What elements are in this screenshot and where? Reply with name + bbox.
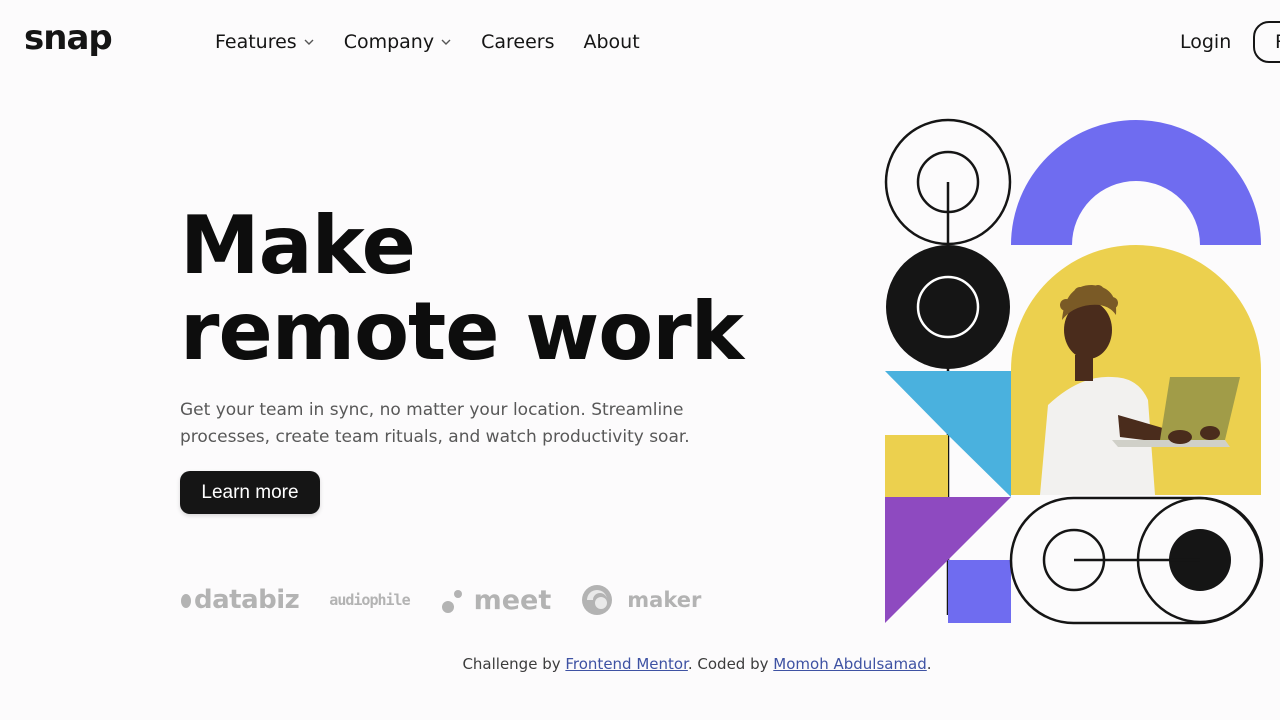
client-logo-audiophile: audiophile — [329, 591, 410, 609]
meet-dots-icon — [441, 590, 462, 613]
hero-title: Make remote work — [180, 203, 744, 378]
hero-title-line1: Make — [180, 199, 416, 292]
logo[interactable]: snap — [24, 18, 113, 58]
nav-company[interactable]: Company — [344, 28, 452, 56]
nav-features[interactable]: Features — [215, 28, 315, 56]
chevron-down-icon — [304, 39, 314, 45]
nav-careers-label: Careers — [481, 31, 555, 53]
hero-illustration — [884, 118, 1264, 625]
nav-about[interactable]: About — [584, 28, 640, 56]
client-logo-meet: meet — [440, 584, 552, 616]
author-link[interactable]: Momoh Abdulsamad — [773, 655, 927, 673]
chevron-down-icon — [441, 39, 451, 45]
nav-careers[interactable]: Careers — [481, 28, 554, 56]
black-circle — [886, 245, 1010, 369]
login-link[interactable]: Login — [1180, 28, 1231, 56]
landing-page: snap Features Company Careers About Logi… — [0, 0, 1280, 720]
learn-more-button[interactable]: Learn more — [180, 471, 320, 514]
nav-company-label: Company — [343, 31, 435, 53]
client-maker-name: maker — [627, 588, 702, 612]
person-photo — [1011, 245, 1261, 495]
purple-square — [948, 560, 1011, 623]
attribution-prefix: Challenge by — [462, 655, 566, 673]
attribution-middle: . Coded by — [687, 655, 774, 673]
attribution-suffix: . — [926, 655, 932, 673]
maker-swirl-icon — [582, 585, 613, 615]
client-logos: databiz audiophile meet maker — [180, 578, 731, 622]
yellow-square — [885, 435, 948, 498]
hero-title-line2: remote work — [180, 285, 744, 378]
client-logo-maker: maker — [581, 584, 701, 616]
purple-arch — [1011, 120, 1261, 245]
hero-description: Get your team in sync, no matter your lo… — [180, 400, 690, 447]
client-audiophile-name: audiophile — [329, 591, 410, 609]
blue-triangle-left — [885, 371, 948, 435]
client-databiz-name: databiz — [194, 585, 300, 615]
nav-about-label: About — [583, 31, 640, 53]
client-logo-databiz: databiz — [180, 585, 300, 615]
databiz-dot-icon — [181, 594, 191, 608]
nav-features-label: Features — [215, 31, 297, 53]
register-button[interactable]: Register — [1253, 21, 1280, 63]
main-nav: Features Company Careers About — [215, 28, 669, 56]
blue-triangle-right — [948, 371, 1011, 497]
client-meet-name: meet — [473, 584, 552, 616]
attribution: Challenge by Frontend Mentor. Coded by M… — [0, 655, 1280, 673]
frontend-mentor-link[interactable]: Frontend Mentor — [565, 655, 688, 673]
